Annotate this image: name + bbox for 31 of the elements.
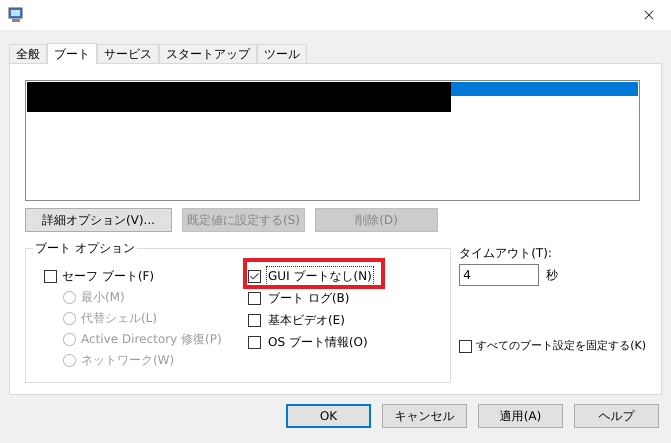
- radio-label: Active Directory 修復(P): [81, 331, 222, 348]
- checkbox-label: ブート ログ(B): [267, 290, 350, 307]
- checkbox[interactable]: [248, 314, 261, 326]
- checkbox-label: GUI ブートなし(N): [266, 266, 374, 286]
- checkbox[interactable]: [44, 270, 57, 282]
- radio-label: 最小(M): [81, 289, 125, 306]
- radio-label: 代替シェル(L): [81, 310, 158, 327]
- tab[interactable]: ツール: [257, 44, 307, 63]
- dialog-button[interactable]: キャンセル: [382, 404, 467, 428]
- group-title: ブート オプション: [33, 240, 137, 256]
- tab[interactable]: サービス: [97, 44, 159, 63]
- checkbox[interactable]: [248, 336, 261, 348]
- checkbox[interactable]: [248, 292, 261, 304]
- checkbox-label: すべてのブート設定を固定する(K): [476, 338, 646, 354]
- timeout-field[interactable]: 4: [459, 264, 540, 286]
- timeout-label: タイムアウト(T):: [459, 245, 553, 262]
- dialog-button[interactable]: ヘルプ: [574, 404, 659, 428]
- tab[interactable]: スタートアップ: [159, 44, 257, 63]
- tab[interactable]: 全般: [9, 44, 47, 63]
- dialog-button[interactable]: 適用(A): [478, 404, 563, 428]
- checkbox[interactable]: [459, 340, 472, 353]
- radio-label: ネットワーク(W): [81, 352, 174, 369]
- computer-icon: [8, 7, 24, 23]
- unit-label: 秒: [546, 267, 558, 284]
- checkbox-label: セーフ ブート(F): [62, 268, 154, 285]
- action-button[interactable]: 詳細オプション(V)...: [25, 208, 172, 232]
- checkbox[interactable]: [248, 270, 261, 282]
- checkbox-label: 基本ビデオ(E): [267, 312, 346, 329]
- tab[interactable]: ブート: [47, 43, 97, 64]
- checkbox-label: OS ブート情報(O): [267, 334, 369, 351]
- dialog-button[interactable]: OK: [286, 404, 371, 428]
